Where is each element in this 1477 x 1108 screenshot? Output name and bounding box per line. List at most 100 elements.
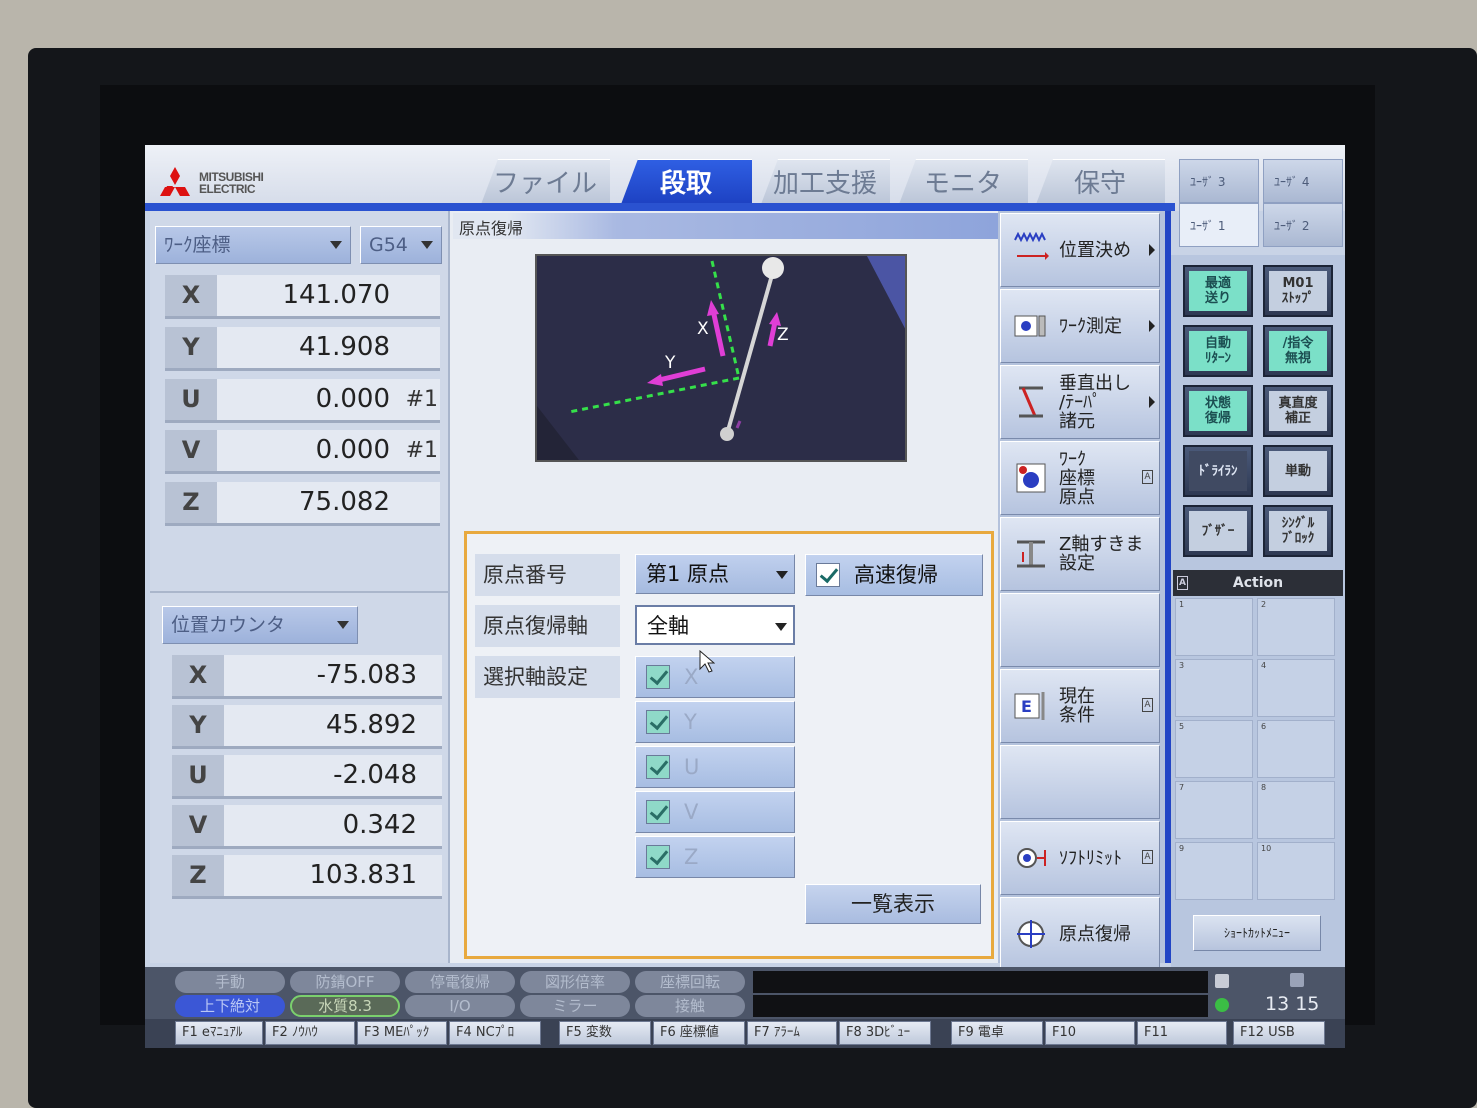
f4-key[interactable]: F4 NCﾌﾟﾛ (449, 1021, 541, 1045)
axis-checkbox-label: V (684, 800, 699, 824)
axis-checkbox-z[interactable]: Z (635, 836, 795, 878)
tab-monitor[interactable]: モニタ (898, 159, 1028, 207)
f5-key[interactable]: F5 変数 (559, 1021, 651, 1045)
empty-menu-button[interactable] (1000, 745, 1160, 819)
f11-key[interactable]: F11 (1137, 1021, 1227, 1045)
action-slot[interactable]: 6 (1257, 720, 1335, 778)
optimal-feed-button[interactable]: 最適 送り (1183, 265, 1253, 317)
checkbox-checked-icon (646, 665, 670, 689)
f12-key[interactable]: F12 USB (1233, 1021, 1325, 1045)
counter-type-dropdown[interactable]: 位置カウンタ (162, 606, 358, 644)
action-slot[interactable]: 9 (1175, 842, 1253, 900)
tab-user-1[interactable]: ﾕｰｻﾞ 1 (1179, 203, 1259, 247)
axis-label: V (172, 805, 224, 846)
storage-icon (1215, 974, 1229, 988)
f7-key[interactable]: F7 ｱﾗｰﾑ (747, 1021, 837, 1045)
action-slot[interactable]: 1 (1175, 598, 1253, 656)
f9-key[interactable]: F9 電卓 (951, 1021, 1043, 1045)
button-label: 最適 送り (1189, 271, 1247, 311)
shortcut-menu-button[interactable]: ｼｮｰﾄｶｯﾄﾒﾆｭｰ (1193, 915, 1321, 951)
state-restore-button[interactable]: 状態 復帰 (1183, 385, 1253, 437)
work-offset-value: G54 (369, 234, 408, 256)
soft-limit-button[interactable]: ｿﾌﾄﾘﾐｯﾄ A (1000, 821, 1160, 895)
auto-return-button[interactable]: 自動 ﾘﾀｰﾝ (1183, 325, 1253, 377)
m01-stop-button[interactable]: M01 ｽﾄｯﾌﾟ (1263, 265, 1333, 317)
slot-number: 7 (1179, 783, 1185, 792)
status-water-quality: 水質8.3 (290, 995, 400, 1017)
button-label: ﾌﾞｻﾞｰ (1189, 511, 1247, 551)
action-slot[interactable]: 10 (1257, 842, 1335, 900)
vertical-alignment-button[interactable]: 垂直出し /ﾃｰﾊﾟ 諸元 (1000, 365, 1160, 439)
axis-select-label: 選択軸設定 (475, 656, 620, 698)
axis-checkbox-x[interactable]: X (635, 656, 795, 698)
action-slot[interactable]: 3 (1175, 659, 1253, 717)
tab-file[interactable]: ファイル (480, 159, 610, 207)
tab-user-2[interactable]: ﾕｰｻﾞ 2 (1263, 203, 1343, 247)
action-slot[interactable]: 2 (1257, 598, 1335, 656)
machine-3d-view: X Y Z (535, 254, 907, 462)
f6-key[interactable]: F6 座標値 (653, 1021, 745, 1045)
action-header: A Action (1173, 570, 1343, 596)
work-coord-row-z: Z 75.082 (165, 482, 440, 526)
work-offset-dropdown[interactable]: G54 (360, 226, 442, 264)
empty-menu-button[interactable] (1000, 593, 1160, 667)
axis-label: X (165, 275, 217, 316)
a-badge-icon: A (1142, 470, 1153, 484)
tab-user-4[interactable]: ﾕｰｻﾞ 4 (1263, 159, 1343, 203)
panel-divider (150, 591, 448, 593)
single-block-button[interactable]: ｼﾝｸﾞﾙ ﾌﾞﾛｯｸ (1263, 505, 1333, 557)
dry-run-button[interactable]: ﾄﾞﾗｲﾗﾝ (1183, 445, 1253, 497)
f10-key[interactable]: F10 (1045, 1021, 1135, 1045)
f1-key[interactable]: F1 eﾏﾆｭｱﾙ (175, 1021, 263, 1045)
axis-value: -75.083 (316, 660, 417, 690)
block-skip-button[interactable]: /指令 無視 (1263, 325, 1333, 377)
axis-checkbox-y[interactable]: Y (635, 701, 795, 743)
user-panel: 最適 送り M01 ｽﾄｯﾌﾟ 自動 ﾘﾀｰﾝ /指令 無視 状態 復帰 真直度… (1171, 255, 1345, 967)
checkbox-checked-icon (646, 710, 670, 734)
f2-key[interactable]: F2 ﾉｳﾊｳ (265, 1021, 355, 1045)
axis-checkbox-label: Z (684, 845, 699, 869)
counter-type-value: 位置カウンタ (171, 614, 286, 636)
current-condition-button[interactable]: E 現在 条件 A (1000, 669, 1160, 743)
work-measure-button[interactable]: ﾜｰｸ測定 (1000, 289, 1160, 363)
work-coord-row-x: X 141.070 (165, 275, 440, 319)
action-slot[interactable]: 8 (1257, 781, 1335, 839)
slot-number: 10 (1261, 844, 1272, 853)
menu-label: ﾜｰｸ測定 (1059, 315, 1122, 337)
straightness-comp-button[interactable]: 真直度 補正 (1263, 385, 1333, 437)
network-icon (1290, 973, 1304, 987)
z-axis-gap-button[interactable]: Z軸すきま 設定 (1000, 517, 1160, 591)
list-view-button[interactable]: 一覧表示 (805, 884, 981, 924)
tab-machining-support[interactable]: 加工支援 (760, 159, 890, 207)
svg-text:E: E (1021, 697, 1032, 716)
f3-key[interactable]: F3 MEﾊﾟｯｸ (357, 1021, 447, 1045)
axis-checkbox-v[interactable]: V (635, 791, 795, 833)
buzzer-button[interactable]: ﾌﾞｻﾞｰ (1183, 505, 1253, 557)
status-coord-rotation: 座標回転 (635, 971, 745, 993)
origin-number-dropdown[interactable]: 第1 原点 (635, 554, 795, 594)
tab-setup[interactable]: 段取 (620, 159, 752, 207)
axis-checkbox-u[interactable]: U (635, 746, 795, 788)
coordinate-type-dropdown[interactable]: ﾜｰｸ座標 (155, 226, 351, 264)
tab-user-3[interactable]: ﾕｰｻﾞ 3 (1179, 159, 1259, 203)
action-slot[interactable]: 7 (1175, 781, 1253, 839)
f8-key[interactable]: F8 3Dﾋﾞｭｰ (839, 1021, 931, 1045)
fast-return-checkbox[interactable]: 高速復帰 (805, 554, 983, 596)
single-operation-button[interactable]: 単動 (1263, 445, 1333, 497)
work-coord-origin-button[interactable]: ﾜｰｸ 座標 原点 A (1000, 441, 1160, 515)
x-axis-label: X (697, 319, 709, 339)
chevron-down-icon (776, 571, 788, 579)
menu-label: 垂直出し /ﾃｰﾊﾟ 諸元 (1059, 372, 1131, 432)
origin-return-icon (1017, 920, 1045, 948)
z-axis-label: Z (777, 325, 789, 345)
tab-maintenance[interactable]: 保守 (1035, 159, 1165, 207)
return-axis-dropdown[interactable]: 全軸 (635, 605, 795, 645)
action-slot[interactable]: 5 (1175, 720, 1253, 778)
positioning-button[interactable]: 位置決め (1000, 213, 1160, 287)
three-diamonds-icon (160, 167, 190, 196)
action-slot[interactable]: 4 (1257, 659, 1335, 717)
slot-number: 4 (1261, 661, 1267, 670)
origin-return-button[interactable]: 原点復帰 (1000, 897, 1160, 971)
function-key-bar: F1 eﾏﾆｭｱﾙ F2 ﾉｳﾊｳ F3 MEﾊﾟｯｸ F4 NCﾌﾟﾛ F5 … (145, 1019, 1345, 1048)
work-origin-icon (1016, 463, 1046, 493)
